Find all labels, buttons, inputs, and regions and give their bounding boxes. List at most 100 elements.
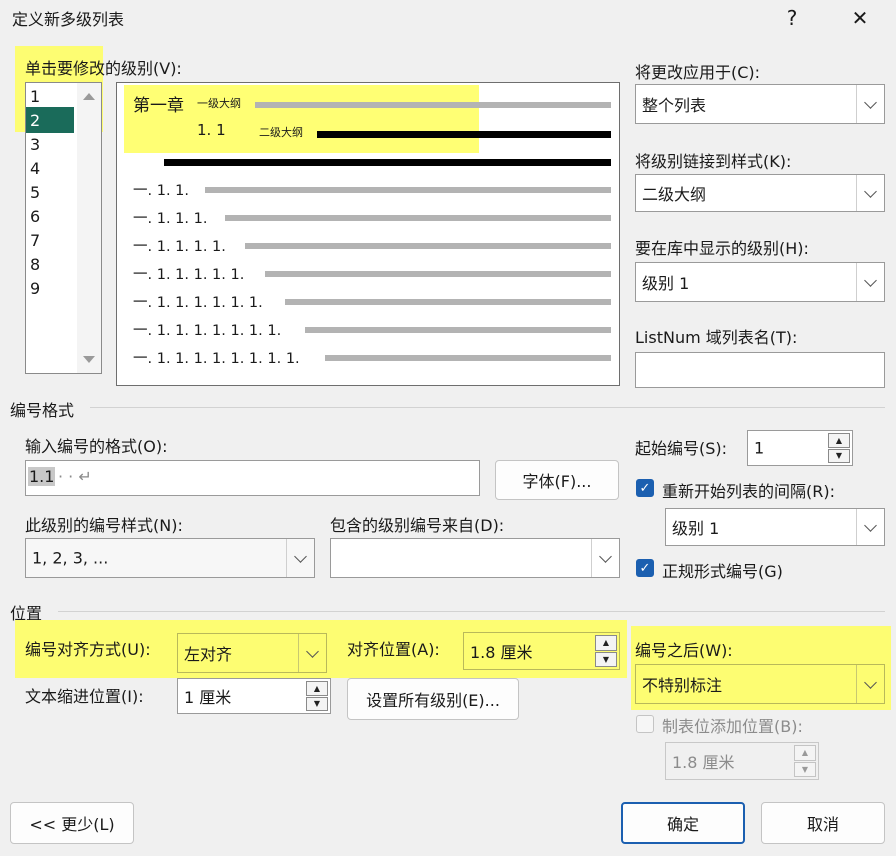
preview-pane: 第一章 一级大纲 1. 1 二级大纲 一. 1. 1. 一. 1. 1. 1. …: [116, 82, 620, 386]
restart-level-value: 级别 1: [672, 519, 720, 538]
follow-number-combo[interactable]: 不特别标注: [635, 664, 885, 704]
preview-row: 一. 1. 1. 1. 1. 1. 1.: [133, 295, 263, 311]
close-button[interactable]: ✕: [838, 0, 882, 36]
spin-down-icon[interactable]: ▼: [595, 651, 617, 667]
start-at-label: 起始编号(S):: [635, 439, 728, 458]
tab-stop-label: 制表位添加位置(B):: [662, 717, 803, 736]
chevron-down-icon[interactable]: [856, 263, 884, 301]
chevron-down-icon[interactable]: [856, 509, 884, 545]
apply-to-combo[interactable]: 整个列表: [635, 84, 885, 124]
text-indent-value: 1 厘米: [184, 688, 232, 707]
alignment-value: 左对齐: [184, 645, 233, 664]
spin-up-icon[interactable]: ▲: [794, 745, 816, 761]
spin-up-icon[interactable]: ▲: [306, 681, 328, 696]
less-button[interactable]: << 更少(L): [10, 802, 134, 844]
apply-to-value: 整个列表: [642, 96, 707, 115]
listnum-label: ListNum 域列表名(T):: [635, 328, 798, 347]
spin-down-icon[interactable]: ▼: [828, 448, 850, 463]
link-style-combo[interactable]: 二级大纲: [635, 174, 885, 212]
preview-row: 一. 1. 1.: [133, 183, 189, 199]
number-style-combo[interactable]: 1, 2, 3, ...: [25, 538, 315, 578]
level-list-label: 单击要修改的级别(V):: [25, 59, 182, 78]
set-all-levels-button[interactable]: 设置所有级别(E)...: [347, 678, 519, 720]
preview-line: [285, 299, 611, 305]
format-input[interactable]: 1.1 · · ↵: [25, 460, 480, 496]
chevron-down-icon[interactable]: [286, 539, 314, 577]
level-item[interactable]: 5: [30, 183, 40, 202]
level-item[interactable]: 9: [30, 279, 40, 298]
scroll-up-icon[interactable]: [83, 93, 95, 100]
preview-line: [255, 102, 611, 108]
legal-label: 正规形式编号(G): [662, 562, 783, 581]
apply-to-label: 将更改应用于(C):: [635, 63, 761, 82]
chevron-down-icon[interactable]: [591, 539, 619, 577]
link-style-label: 将级别链接到样式(K):: [635, 152, 792, 171]
format-input-label: 输入编号的格式(O):: [25, 437, 168, 456]
level-listbox[interactable]: 1 2 3 4 5 6 7 8 9: [25, 82, 102, 374]
chevron-down-icon[interactable]: [856, 175, 884, 211]
gallery-level-label: 要在库中显示的级别(H):: [635, 239, 809, 258]
chevron-down-icon[interactable]: [856, 665, 884, 703]
preview-line: [245, 243, 611, 249]
cancel-button[interactable]: 取消: [761, 802, 885, 844]
number-format-section: 编号格式: [10, 401, 75, 420]
text-indent-label: 文本缩进位置(I):: [25, 687, 144, 706]
format-selected-text: 1.1: [28, 467, 56, 486]
gallery-level-value: 级别 1: [642, 274, 690, 293]
spin-up-icon[interactable]: ▲: [595, 635, 617, 651]
follow-number-value: 不特别标注: [642, 676, 723, 695]
gallery-level-combo[interactable]: 级别 1: [635, 262, 885, 302]
follow-number-label: 编号之后(W):: [635, 641, 733, 660]
tab-stop-checkbox[interactable]: [636, 715, 654, 733]
include-level-combo[interactable]: [330, 538, 620, 578]
preview-row: 一. 1. 1. 1. 1. 1.: [133, 267, 245, 283]
start-at-value: 1: [754, 438, 765, 458]
start-at-spinner[interactable]: 1 ▲ ▼: [747, 430, 853, 466]
chevron-down-icon[interactable]: [298, 634, 326, 672]
format-rest-text: · · ↵: [58, 467, 92, 486]
font-button[interactable]: 字体(F)...: [495, 460, 619, 500]
alignment-combo[interactable]: 左对齐: [177, 633, 327, 673]
preview-row: 一. 1. 1. 1. 1.: [133, 239, 226, 255]
alignment-label: 编号对齐方式(U):: [25, 640, 151, 659]
preview-line-selected: [317, 131, 611, 138]
level-item[interactable]: 1: [30, 87, 40, 106]
preview-row: 一. 1. 1. 1.: [133, 211, 208, 227]
spin-down-icon[interactable]: ▼: [794, 761, 816, 777]
ok-button[interactable]: 确定: [621, 802, 745, 844]
scroll-down-icon[interactable]: [83, 356, 95, 363]
section-divider: [58, 611, 885, 612]
preview-line: [205, 187, 611, 193]
preview-line: [325, 355, 611, 361]
preview-line: [305, 327, 611, 333]
level-item[interactable]: 8: [30, 255, 40, 274]
link-style-value: 二级大纲: [642, 185, 707, 204]
chevron-down-icon[interactable]: [856, 85, 884, 123]
preview-line-selected: [164, 159, 611, 166]
level-item-selected[interactable]: 2: [30, 111, 40, 130]
restart-level-combo[interactable]: 级别 1: [665, 508, 885, 546]
preview-level1-style: 一级大纲: [197, 97, 241, 110]
restart-checkbox[interactable]: ✓: [636, 479, 654, 497]
text-indent-spinner[interactable]: 1 厘米 ▲ ▼: [177, 678, 331, 714]
section-divider: [90, 407, 885, 408]
preview-chapter: 第一章: [133, 96, 184, 116]
legal-checkbox[interactable]: ✓: [636, 559, 654, 577]
help-button[interactable]: ?: [770, 0, 814, 36]
aligned-at-spinner[interactable]: 1.8 厘米 ▲ ▼: [463, 632, 620, 670]
number-style-label: 此级别的编号样式(N):: [25, 516, 183, 535]
preview-row: 一. 1. 1. 1. 1. 1. 1. 1.: [133, 323, 282, 339]
listnum-input[interactable]: [635, 352, 885, 388]
level-item[interactable]: 3: [30, 135, 40, 154]
level-item[interactable]: 7: [30, 231, 40, 250]
level-item[interactable]: 6: [30, 207, 40, 226]
level-item[interactable]: 4: [30, 159, 40, 178]
preview-level2-style: 二级大纲: [259, 126, 303, 139]
tab-stop-spinner[interactable]: 1.8 厘米 ▲ ▼: [665, 742, 819, 780]
aligned-at-label: 对齐位置(A):: [347, 640, 440, 659]
preview-line: [265, 271, 611, 277]
spin-down-icon[interactable]: ▼: [306, 696, 328, 711]
spin-up-icon[interactable]: ▲: [828, 433, 850, 448]
level-scrollbar[interactable]: [77, 83, 101, 373]
tab-stop-value: 1.8 厘米: [672, 753, 735, 772]
